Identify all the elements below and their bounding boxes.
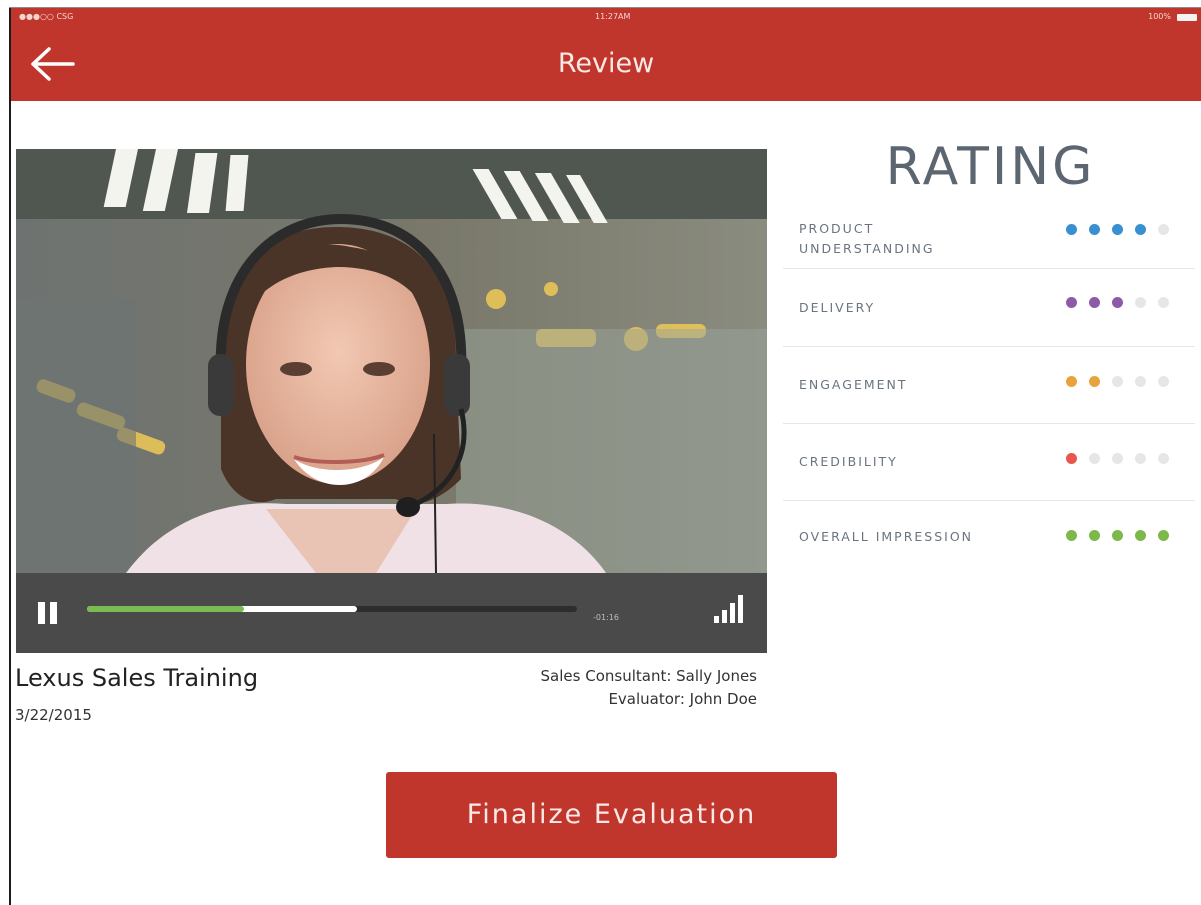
rating-dots[interactable] xyxy=(1066,530,1169,541)
rating-dot-filled[interactable] xyxy=(1066,297,1077,308)
rating-label: CREDIBILITY xyxy=(799,454,898,469)
video-player[interactable] xyxy=(16,149,767,573)
video-frame xyxy=(16,149,767,573)
progress-played xyxy=(87,606,244,612)
rating-dot-filled[interactable] xyxy=(1158,530,1169,541)
session-date: 3/22/2015 xyxy=(15,706,92,724)
page-title: Review xyxy=(557,48,655,79)
video-progress-bar[interactable] xyxy=(87,606,577,612)
rating-dot-empty[interactable] xyxy=(1135,376,1146,387)
pause-button[interactable] xyxy=(38,602,60,624)
session-participants: Sales Consultant: Sally Jones Evaluator:… xyxy=(541,665,757,711)
frame-left-edge xyxy=(9,8,11,905)
rating-dot-filled[interactable] xyxy=(1112,297,1123,308)
signal-bars-button[interactable] xyxy=(712,594,746,624)
status-battery: 100% xyxy=(1148,8,1197,26)
pause-icon-bar xyxy=(50,602,57,624)
pause-icon xyxy=(38,602,45,624)
status-time: 11:27AM xyxy=(595,12,631,21)
status-carrier: ●●●○○ CSG xyxy=(19,12,74,21)
rating-label: PRODUCT UNDERSTANDING xyxy=(799,221,935,256)
rating-dots[interactable] xyxy=(1066,453,1169,464)
rating-dot-filled[interactable] xyxy=(1066,376,1077,387)
rating-dot-filled[interactable] xyxy=(1066,530,1077,541)
rating-row: ENGAGEMENT xyxy=(783,346,1195,424)
rating-dot-filled[interactable] xyxy=(1135,530,1146,541)
rating-dot-filled[interactable] xyxy=(1112,224,1123,235)
rating-label: DELIVERY xyxy=(799,300,876,315)
rating-dots[interactable] xyxy=(1066,376,1169,387)
rating-dot-empty[interactable] xyxy=(1158,224,1169,235)
rating-dot-filled[interactable] xyxy=(1135,224,1146,235)
rating-dot-empty[interactable] xyxy=(1112,376,1123,387)
rating-label: OVERALL IMPRESSION xyxy=(799,529,974,544)
rating-dot-filled[interactable] xyxy=(1066,453,1077,464)
rating-dot-empty[interactable] xyxy=(1158,297,1169,308)
time-remaining: -01:16 xyxy=(593,613,619,622)
rating-dot-filled[interactable] xyxy=(1066,224,1077,235)
header-bar: ●●●○○ CSG 11:27AM 100% Review xyxy=(11,8,1201,101)
finalize-evaluation-button[interactable]: Finalize Evaluation xyxy=(386,772,837,858)
signal-bars-icon xyxy=(714,595,743,623)
rating-dot-empty[interactable] xyxy=(1112,453,1123,464)
rating-dot-filled[interactable] xyxy=(1112,530,1123,541)
battery-percent: 100% xyxy=(1148,12,1171,21)
sales-consultant: Sales Consultant: Sally Jones xyxy=(540,667,757,685)
rating-dot-filled[interactable] xyxy=(1089,224,1100,235)
rating-dot-empty[interactable] xyxy=(1158,453,1169,464)
rating-row: DELIVERY xyxy=(783,268,1195,347)
rating-dot-filled[interactable] xyxy=(1089,530,1100,541)
rating-heading: RATING xyxy=(885,137,1096,197)
session-title: Lexus Sales Training xyxy=(15,664,259,692)
rating-dot-empty[interactable] xyxy=(1135,297,1146,308)
battery-icon xyxy=(1177,13,1197,21)
rating-row: OVERALL IMPRESSION xyxy=(783,500,1195,577)
rating-dots[interactable] xyxy=(1066,224,1169,235)
rating-dots[interactable] xyxy=(1066,297,1169,308)
rating-dot-empty[interactable] xyxy=(1135,453,1146,464)
rating-row: PRODUCT UNDERSTANDING xyxy=(783,212,1195,269)
rating-dot-filled[interactable] xyxy=(1089,376,1100,387)
rating-label: ENGAGEMENT xyxy=(799,377,908,392)
rating-dot-empty[interactable] xyxy=(1089,453,1100,464)
rating-dot-empty[interactable] xyxy=(1158,376,1169,387)
rating-row: CREDIBILITY xyxy=(783,423,1195,501)
rating-dot-filled[interactable] xyxy=(1089,297,1100,308)
video-controls: -01:16 xyxy=(16,573,767,653)
evaluator: Evaluator: John Doe xyxy=(608,690,757,708)
